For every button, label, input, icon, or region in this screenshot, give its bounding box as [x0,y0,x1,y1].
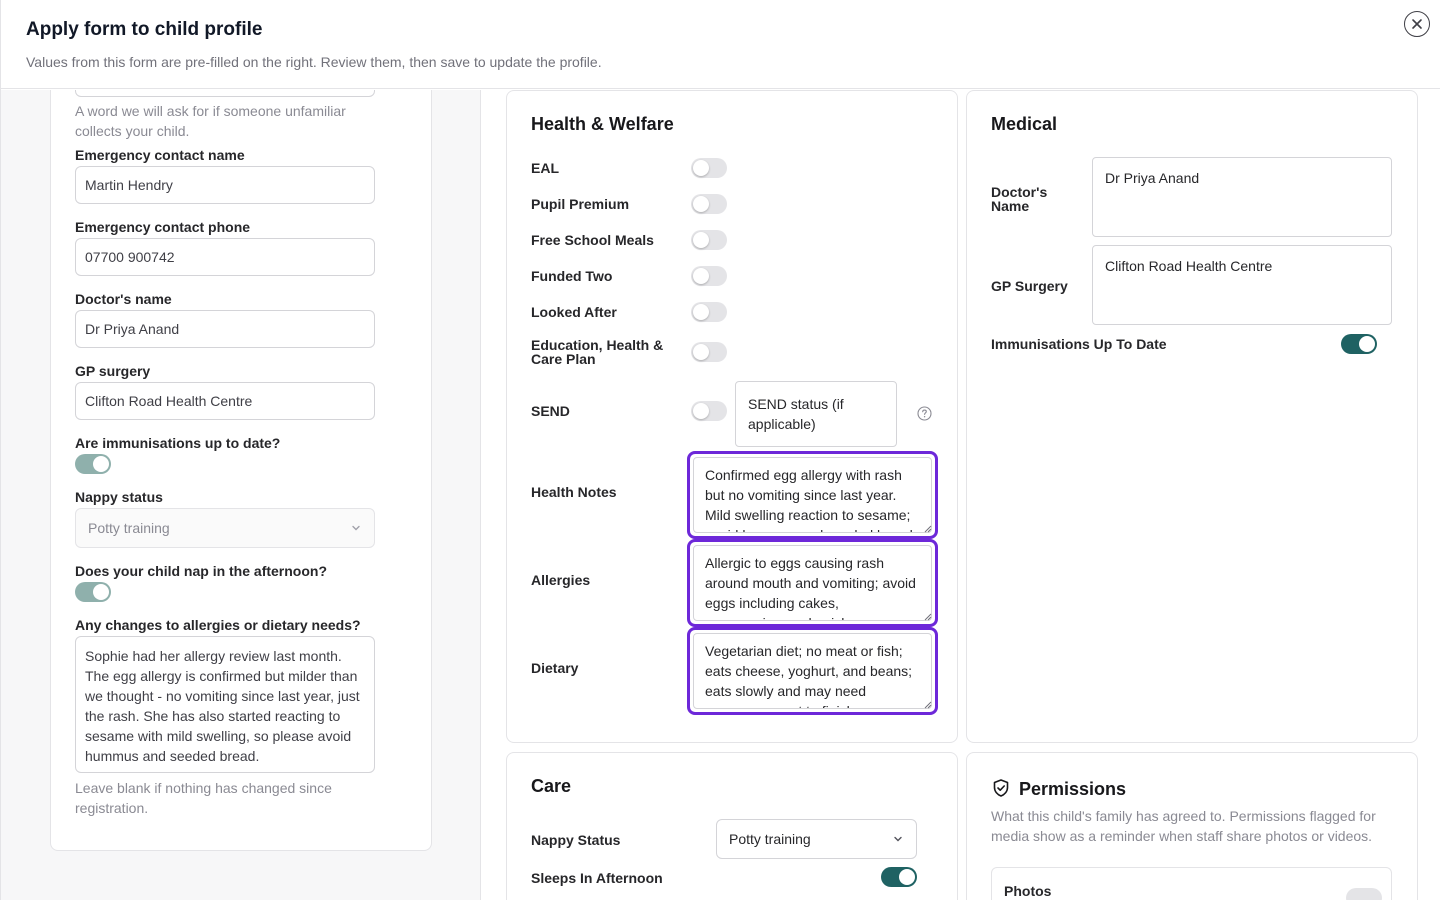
health-notes-field[interactable]: Confirmed egg allergy with rash but no v… [687,451,938,539]
nappy-select[interactable]: Potty training [75,508,375,548]
nappy-label: Nappy status [75,489,163,505]
chevron-down-icon [352,525,360,531]
dietary-field[interactable]: Vegetarian diet; no meat or fish; eats c… [687,627,938,715]
form-responses-card: A word we will ask for if someone unfami… [50,90,432,851]
emergency-phone-label: Emergency contact phone [75,219,251,235]
doctor-label: Doctor's name [75,291,172,307]
immunisations-toggle[interactable] [75,454,111,474]
allergies-value: Allergic to eggs causing rash around mou… [705,555,916,620]
funded-two-toggle[interactable] [691,266,727,286]
shield-check-icon [993,779,1009,797]
form-responses-panel[interactable]: A word we will ask for if someone unfami… [1,90,481,900]
gp-surgery-value: Clifton Road Health Centre [1105,258,1273,274]
modal-title: Apply form to child profile [26,19,263,40]
nappy-status-label: Nappy Status [531,832,621,848]
password-help: A word we will ask for if someone unfami… [75,103,346,139]
apply-form-modal: Apply form to child profile Values from … [0,0,1440,900]
permission-item-photos[interactable]: Photos [991,867,1392,900]
nappy-status-value: Potty training [729,831,811,847]
permission-item-label: Photos [1004,883,1052,899]
immunisations-up-to-date-toggle[interactable] [1341,334,1377,354]
allergies-label: Allergies [531,572,591,588]
health-notes-label: Health Notes [531,484,617,500]
care-card: Care Nappy Status Potty training Sleeps … [506,752,958,900]
resize-handle-icon[interactable] [924,701,932,709]
doctor-name-field[interactable]: Dr Priya Anand [1092,157,1392,237]
close-icon [1412,19,1422,29]
allergies-field[interactable]: Allergic to eggs causing rash around mou… [687,539,938,627]
dietary-label: Dietary [531,660,579,676]
emergency-name-field[interactable]: Martin Hendry [75,166,375,204]
free-school-meals-toggle[interactable] [691,230,727,250]
allergies-changes-label: Any changes to allergies or dietary need… [75,617,361,633]
emergency-name-value: Martin Hendry [85,177,173,193]
ehcp-toggle[interactable] [691,342,727,362]
pupil-premium-label: Pupil Premium [531,196,630,212]
gp-value: Clifton Road Health Centre [85,393,253,409]
permissions-title: Permissions [1019,779,1127,799]
gp-label: GP surgery [75,363,151,379]
close-button[interactable] [1404,11,1430,37]
doctor-value: Dr Priya Anand [85,321,180,337]
emergency-phone-field[interactable]: 07700 900742 [75,238,375,276]
nap-toggle[interactable] [75,582,111,602]
send-label: SEND [531,403,570,419]
permissions-card: Permissions What this child's family has… [966,752,1418,900]
nappy-status-select[interactable]: Potty training [716,819,917,859]
free-school-meals-label: Free School Meals [531,232,654,248]
gp-field[interactable]: Clifton Road Health Centre [75,382,375,420]
sleeps-afternoon-toggle[interactable] [881,867,917,887]
nappy-value: Potty training [88,520,170,536]
gp-surgery-field[interactable]: Clifton Road Health Centre [1092,245,1392,325]
password-field[interactable] [75,90,375,97]
looked-after-label: Looked After [531,304,617,320]
send-status-field[interactable]: SEND status (if applicable) [735,381,897,447]
pupil-premium-toggle[interactable] [691,194,727,214]
permissions-description: What this child's family has agreed to. … [991,808,1376,844]
ehcp-label: Education, Health & Care Plan [531,337,664,367]
modal-header: Apply form to child profile Values from … [1,0,1440,89]
permission-photos-toggle[interactable] [1346,888,1382,900]
allergies-changes-help: Leave blank if nothing has changed since… [75,780,332,816]
looked-after-toggle[interactable] [691,302,727,322]
medical-title: Medical [991,114,1058,134]
medical-card: Medical Doctor's Name Dr Priya Anand GP … [966,90,1418,743]
gp-surgery-label: GP Surgery [991,278,1068,294]
nap-label: Does your child nap in the afternoon? [75,563,328,579]
immunisations-up-to-date-label: Immunisations Up To Date [991,336,1167,352]
resize-handle-icon[interactable] [924,613,932,621]
send-toggle[interactable] [691,401,727,421]
eal-toggle[interactable] [691,158,727,178]
emergency-name-label: Emergency contact name [75,147,245,163]
sleeps-afternoon-label: Sleeps In Afternoon [531,870,663,886]
allergies-changes-value: Sophie had her allergy review last month… [85,648,360,764]
allergies-changes-field[interactable]: Sophie had her allergy review last month… [75,636,375,773]
send-status-placeholder: SEND status (if applicable) [748,396,844,432]
eal-label: EAL [531,160,559,176]
chevron-down-icon [894,836,902,842]
resize-handle-icon[interactable] [924,525,932,533]
help-circle-icon[interactable] [917,406,932,421]
emergency-phone-value: 07700 900742 [85,249,175,265]
dietary-value: Vegetarian diet; no meat or fish; eats c… [705,643,913,708]
health-notes-value: Confirmed egg allergy with rash but no v… [705,467,917,532]
modal-subtitle: Values from this form are pre-filled on … [26,54,602,70]
doctor-name-label: Doctor's Name [991,184,1048,214]
care-title: Care [531,776,572,796]
health-welfare-card: Health & Welfare EAL Pupil Premium Free … [506,90,958,743]
funded-two-label: Funded Two [531,268,613,284]
doctor-name-value: Dr Priya Anand [1105,170,1200,186]
doctor-field[interactable]: Dr Priya Anand [75,310,375,348]
immunisations-label: Are immunisations up to date? [75,435,281,451]
health-welfare-title: Health & Welfare [531,114,674,134]
